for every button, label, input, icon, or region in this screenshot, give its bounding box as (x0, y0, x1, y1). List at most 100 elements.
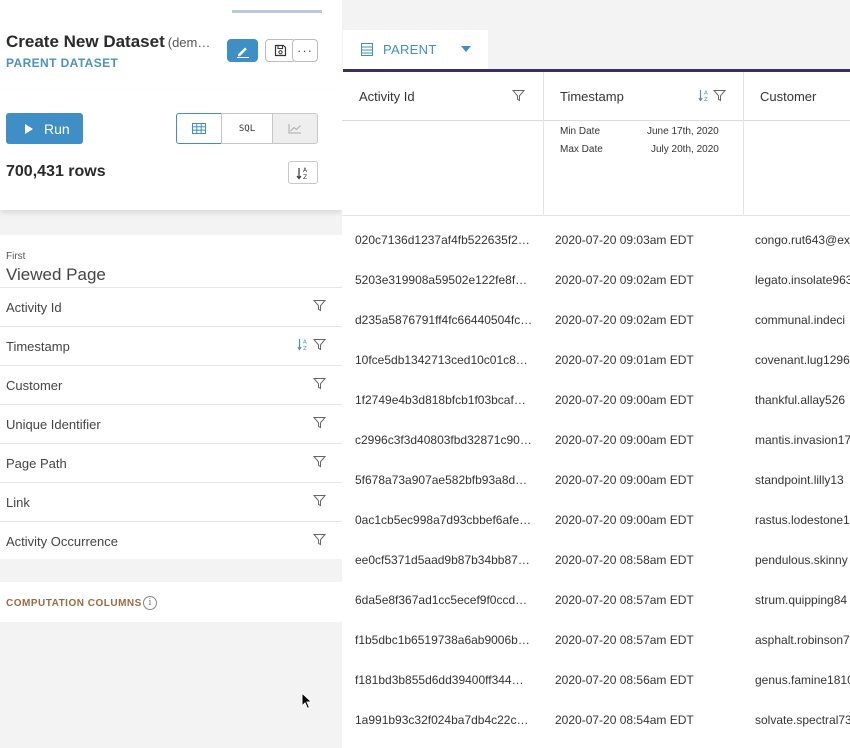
cell-timestamp: 2020-07-20 09:00am EDT (555, 433, 694, 447)
column-actions[interactable] (313, 377, 326, 390)
column-actions[interactable] (313, 533, 326, 546)
table-view-button[interactable] (176, 113, 222, 144)
row-count: 700,431 rows (6, 163, 106, 180)
sort-filter-icons[interactable]: AZ (698, 89, 726, 102)
dataset-subtitle: PARENT DATASET (6, 56, 119, 70)
activity-column-row[interactable]: Timestamp A Z (0, 326, 342, 365)
filter-icon-wrap[interactable] (512, 89, 525, 102)
table-row[interactable]: 0ac1cb5ec998a7d93cbbef6afe… 2020-07-20 09… (342, 498, 850, 538)
edit-button[interactable] (227, 39, 258, 62)
table-row[interactable]: c2996c3f3d40803fbd32871c90… 2020-07-20 09… (342, 418, 850, 458)
svg-text:Z: Z (704, 97, 708, 102)
column-stats: Min Date June 17th, 2020 Max Date July 2… (342, 121, 850, 216)
cell-activity-id: ee0cf5371d5aad9b87b34bb87… (355, 553, 530, 567)
cell-timestamp: 2020-07-20 08:58am EDT (555, 553, 694, 567)
table-icon (192, 123, 206, 134)
pencil-icon (236, 47, 249, 58)
column-actions[interactable]: AZ (297, 338, 326, 351)
chart-view-button[interactable] (272, 113, 318, 144)
cell-customer: pendulous.skinny (755, 553, 848, 567)
activity-columns-panel: First Viewed Page Activity Id Timestamp A Z… (0, 235, 342, 559)
activity-column-row[interactable]: Customer (0, 365, 342, 404)
tab-parent-label: PARENT (383, 42, 437, 57)
sort-icon: AZ (698, 90, 708, 102)
more-options-button[interactable]: ··· (292, 39, 318, 62)
cell-timestamp: 2020-07-20 08:57am EDT (555, 633, 694, 647)
table-row[interactable]: 5203e319908a59502e122fe8fc… 2020-07-20 09… (342, 258, 850, 298)
info-icon[interactable]: i (143, 596, 157, 610)
chevron-down-icon[interactable] (461, 46, 471, 52)
sql-view-button[interactable]: SQL (221, 113, 273, 144)
cell-customer: thankful.allay526 (755, 393, 846, 407)
activity-occurrence-label: First (6, 251, 26, 262)
run-panel: Run SQL 700,431 rows A Z (0, 90, 342, 210)
activity-column-label: Customer (6, 377, 63, 393)
run-button-label: Run (44, 120, 70, 137)
activity-column-row[interactable]: Activity Id (0, 287, 342, 326)
cell-activity-id: 10fce5db1342713ced10c01c8… (355, 353, 528, 367)
activity-column-row[interactable]: Link (0, 482, 342, 521)
activity-column-row[interactable]: Unique Identifier (0, 404, 342, 443)
svg-text:A: A (303, 340, 307, 346)
page-title-suffix: (dem… (167, 35, 211, 50)
column-header-label: Timestamp (560, 89, 624, 104)
min-date-label: Min Date (560, 126, 601, 137)
dataset-icon (361, 43, 373, 56)
activity-column-row[interactable]: Page Path (0, 443, 342, 482)
cell-activity-id: 1a991b93c32f024ba7db4c22c… (355, 713, 529, 727)
svg-text:Z: Z (303, 346, 307, 351)
column-actions[interactable] (313, 299, 326, 312)
top-accent-bar (232, 10, 322, 13)
column-actions[interactable] (313, 416, 326, 429)
cell-timestamp: 2020-07-20 08:57am EDT (555, 593, 694, 607)
max-date-value: July 20th, 2020 (651, 144, 719, 155)
activity-column-row[interactable]: Activity Occurrence (0, 521, 342, 560)
column-header-label: Activity Id (359, 89, 415, 104)
cell-activity-id: f181bd3b855d6dd39400ff344… (355, 673, 524, 687)
table-row[interactable]: 5f678a73a907ae582bfb93a8d… 2020-07-20 09:… (342, 458, 850, 498)
filter-icon (313, 495, 326, 507)
activity-column-label: Activity Id (6, 299, 62, 315)
cell-timestamp: 2020-07-20 08:54am EDT (555, 713, 694, 727)
column-header-customer[interactable]: Customer (760, 72, 850, 121)
filter-icon (313, 339, 326, 351)
activity-name: Viewed Page (6, 265, 106, 284)
activity-column-label: Link (6, 494, 30, 510)
column-actions[interactable] (313, 494, 326, 507)
cell-activity-id: f1b5dbc1b6519738a6ab9006b… (355, 633, 530, 647)
table-row[interactable]: 1a991b93c32f024ba7db4c22c… 2020-07-20 08:… (342, 698, 850, 738)
column-actions[interactable] (313, 455, 326, 468)
cell-timestamp: 2020-07-20 09:02am EDT (555, 273, 694, 287)
cell-customer: congo.rut643@ex (755, 233, 850, 247)
cell-timestamp: 2020-07-20 09:00am EDT (555, 393, 694, 407)
cell-timestamp: 2020-07-20 09:00am EDT (555, 513, 694, 527)
table-row[interactable]: 10fce5db1342713ced10c01c8… 2020-07-20 09:… (342, 338, 850, 378)
column-header-timestamp[interactable]: Timestamp AZ (560, 72, 740, 121)
sort-button[interactable]: A Z (288, 161, 318, 184)
cell-activity-id: 5f678a73a907ae582bfb93a8d… (355, 473, 528, 487)
table-row[interactable]: d235a5876791ff4fc66440504fc… 2020-07-20 0… (342, 298, 850, 338)
cell-activity-id: c2996c3f3d40803fbd32871c90… (355, 433, 532, 447)
cell-customer: covenant.lug1296 (755, 353, 850, 367)
run-button[interactable]: Run (6, 113, 83, 144)
data-table-panel: PARENT Activity Id Timestamp AZ Customer… (342, 0, 850, 748)
cell-timestamp: 2020-07-20 08:56am EDT (555, 673, 694, 687)
table-row[interactable]: 6da5e8f367ad1cc5ecef9f0ccd… 2020-07-20 08… (342, 578, 850, 618)
column-header-activity-id[interactable]: Activity Id (359, 72, 539, 121)
cell-customer: asphalt.robinson7 (755, 633, 850, 647)
dataset-header: Create New Dataset (dem… PARENT DATASET … (0, 0, 342, 90)
activity-column-label: Page Path (6, 455, 67, 471)
tab-parent[interactable]: PARENT (343, 30, 488, 69)
table-header: Activity Id Timestamp AZ Customer (342, 72, 850, 121)
table-row[interactable]: 020c7136d1237af4fb522635f2… 2020-07-20 09… (342, 218, 850, 258)
table-row[interactable]: 1f2749e4b3d818bfcb1f03bcaf… 2020-07-20 09… (342, 378, 850, 418)
cell-timestamp: 2020-07-20 09:01am EDT (555, 353, 694, 367)
cell-customer: genus.famine1810 (755, 673, 850, 687)
table-row[interactable]: ee0cf5371d5aad9b87b34bb87… 2020-07-20 08:… (342, 538, 850, 578)
computation-columns-section[interactable]: COMPUTATION COLUMNS i (0, 582, 342, 622)
cell-customer: rastus.lodestone1 (755, 513, 850, 527)
cell-customer: strum.quipping84 (755, 593, 848, 607)
table-row[interactable]: f181bd3b855d6dd39400ff344… 2020-07-20 08:… (342, 658, 850, 698)
table-row[interactable]: f1b5dbc1b6519738a6ab9006b… 2020-07-20 08:… (342, 618, 850, 658)
title-row: Create New Dataset (dem… (6, 32, 210, 52)
